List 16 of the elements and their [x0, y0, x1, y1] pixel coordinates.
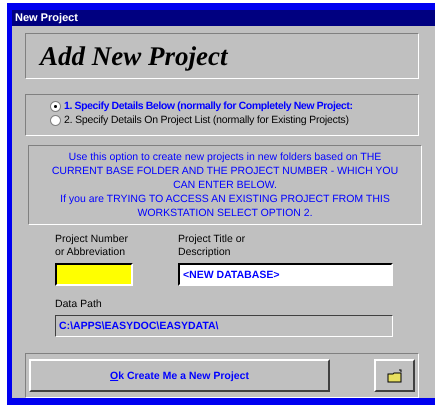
- radio-option[interactable]: 1. Specify Details Below (normally for Completely New Project:: [50, 100, 418, 112]
- data-path-field[interactable]: C:\APPS\EASYDOC\EASYDATA\: [55, 315, 393, 337]
- folder-icon: [386, 368, 402, 382]
- info-text: Use this option to create new projects in new folders based on THE CURRENT BASE FOLDER AND THE PROJECT NUMBER - WHICH YOU CAN ENTER BELOW. If you are TRYING TO ACCESS AN EXISTING PROJECT FROM THIS WORKSTATION SELECT OPTION 2.: [50, 150, 400, 220]
- heading: Add New Project: [40, 40, 228, 72]
- project-title-field[interactable]: <NEW DATABASE>: [178, 263, 393, 286]
- radio-button[interactable]: [50, 100, 61, 112]
- field-label: Project Title or Description: [178, 233, 246, 259]
- create-project-button[interactable]: Ok Create Me a New Project: [29, 359, 330, 392]
- radio-button[interactable]: [50, 114, 61, 126]
- radio-option[interactable]: 2. Specify Details On Project List (normally for Existing Projects): [50, 114, 418, 126]
- field-label: Project Number or Abbreviation: [55, 233, 129, 259]
- project-number-field[interactable]: [55, 263, 133, 286]
- folder-button[interactable]: [374, 359, 415, 392]
- field-label: Data Path: [55, 298, 103, 311]
- window-title: New Project: [12, 10, 435, 26]
